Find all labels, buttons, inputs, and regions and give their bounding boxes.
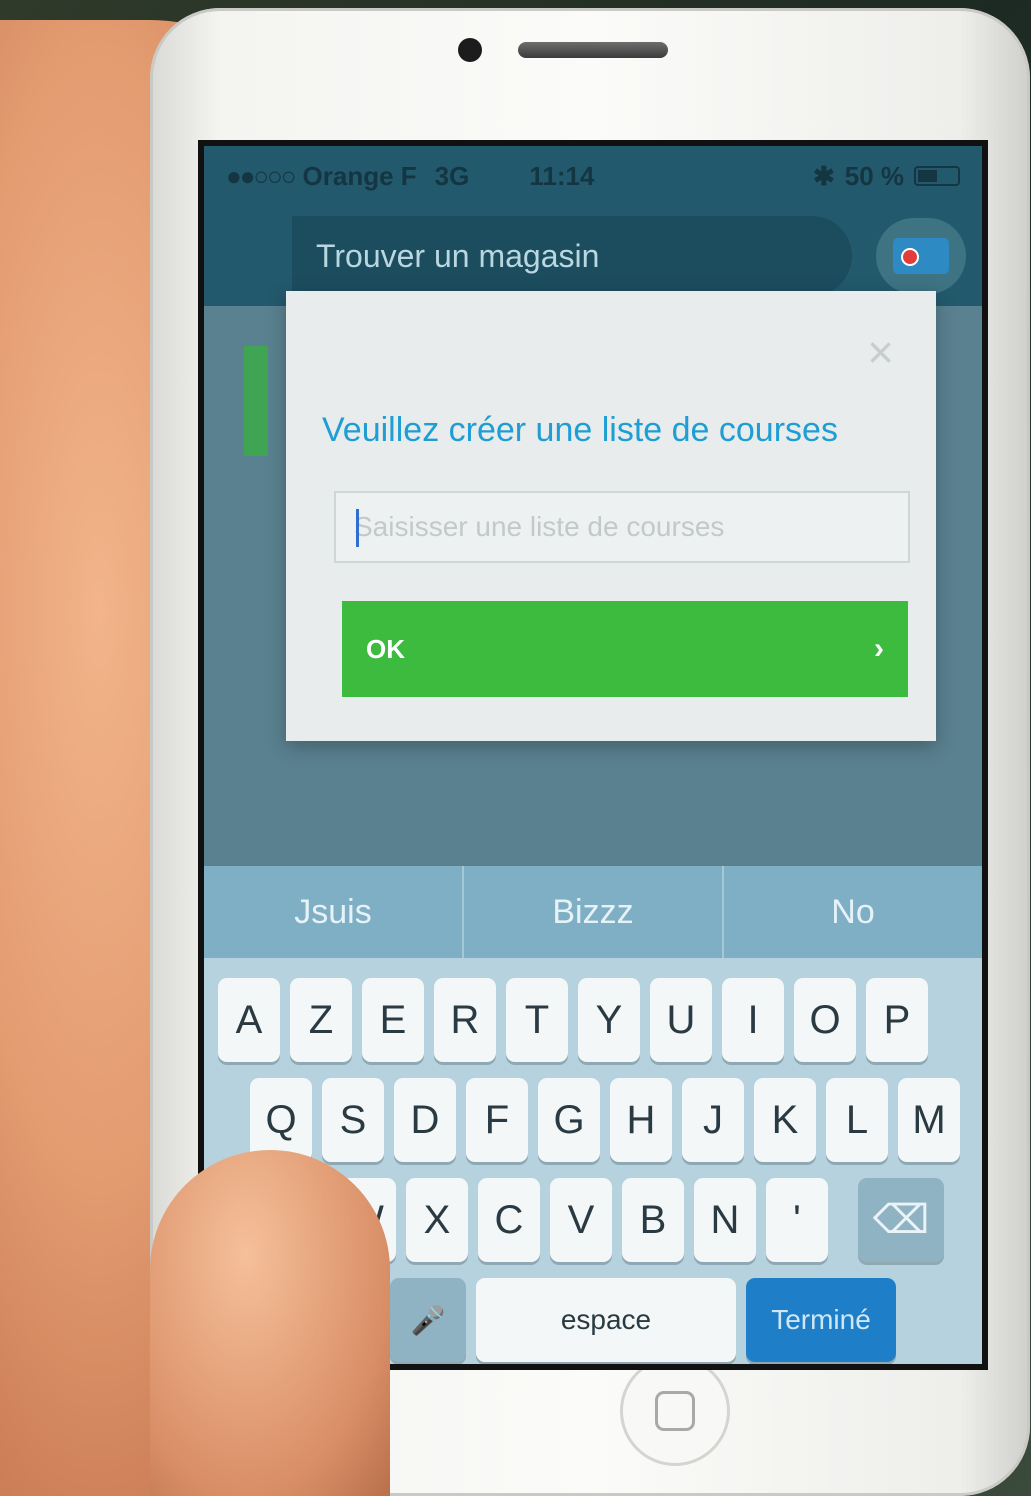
signal-strength: ●●○○○ xyxy=(226,160,297,191)
suggestion-bar: Jsuis Bizzz No xyxy=(204,866,982,958)
dialog-title: Veuillez créer une liste de courses xyxy=(322,411,838,449)
space-key[interactable]: espace xyxy=(476,1278,736,1362)
key[interactable]: V xyxy=(550,1178,612,1262)
key[interactable]: K xyxy=(754,1078,816,1162)
key[interactable]: P xyxy=(866,978,928,1062)
key[interactable]: I xyxy=(722,978,784,1062)
key[interactable]: U xyxy=(650,978,712,1062)
backspace-key[interactable]: ⌫ xyxy=(858,1178,944,1262)
bluetooth-icon: ✱ xyxy=(812,160,835,191)
close-icon[interactable]: × xyxy=(867,329,894,375)
key[interactable]: ' xyxy=(766,1178,828,1262)
key[interactable]: Q xyxy=(250,1078,312,1162)
microphone-icon[interactable]: 🎤 xyxy=(390,1278,466,1362)
key[interactable]: B xyxy=(622,1178,684,1262)
battery-icon xyxy=(914,166,960,186)
key-row-2: Q S D F G H J K L M xyxy=(204,1078,982,1162)
ok-label: OK xyxy=(366,633,405,664)
key[interactable]: N xyxy=(694,1178,756,1262)
create-list-dialog: × Veuillez créer une liste de courses OK… xyxy=(286,291,936,741)
key[interactable]: X xyxy=(406,1178,468,1262)
ok-button[interactable]: OK › xyxy=(342,601,908,697)
key[interactable]: C xyxy=(478,1178,540,1262)
done-key[interactable]: Terminé xyxy=(746,1278,896,1362)
key[interactable]: G xyxy=(538,1078,600,1162)
key[interactable]: R xyxy=(434,978,496,1062)
key[interactable]: L xyxy=(826,1078,888,1162)
text-caret xyxy=(356,509,359,547)
home-button[interactable] xyxy=(620,1356,730,1466)
key[interactable]: T xyxy=(506,978,568,1062)
suggestion-item[interactable]: Bizzz xyxy=(464,866,724,958)
key[interactable]: J xyxy=(682,1078,744,1162)
suggestion-item[interactable]: No xyxy=(724,866,982,958)
key[interactable]: O xyxy=(794,978,856,1062)
key[interactable]: A xyxy=(218,978,280,1062)
background-accent xyxy=(244,346,268,456)
loyalty-card-button[interactable] xyxy=(876,218,966,294)
network-type: 3G xyxy=(434,160,470,191)
front-camera xyxy=(458,38,482,62)
key[interactable]: E xyxy=(362,978,424,1062)
battery-percentage: 50 % xyxy=(844,160,904,191)
shopping-list-input[interactable] xyxy=(334,491,910,563)
find-store-bar[interactable]: Trouver un magasin xyxy=(292,216,852,296)
key[interactable]: S xyxy=(322,1078,384,1162)
key[interactable]: F xyxy=(466,1078,528,1162)
key-row-1: A Z E R T Y U I O P xyxy=(204,978,982,1062)
key[interactable]: Y xyxy=(578,978,640,1062)
chevron-right-icon: › xyxy=(874,632,884,665)
key[interactable]: M xyxy=(898,1078,960,1162)
clock: 11:14 xyxy=(529,160,595,191)
key[interactable]: Z xyxy=(290,978,352,1062)
carrier-name: Orange F xyxy=(302,160,417,191)
key[interactable]: D xyxy=(394,1078,456,1162)
status-bar: ●●○○○ Orange F 3G 11:14 ✱ 50 % xyxy=(204,146,982,206)
find-store-label: Trouver un magasin xyxy=(316,237,600,274)
key[interactable]: H xyxy=(610,1078,672,1162)
thumb xyxy=(150,1150,390,1496)
home-square-icon xyxy=(655,1391,695,1431)
earpiece-speaker xyxy=(518,42,668,58)
suggestion-item[interactable]: Jsuis xyxy=(204,866,464,958)
loyalty-card-icon xyxy=(893,238,949,274)
